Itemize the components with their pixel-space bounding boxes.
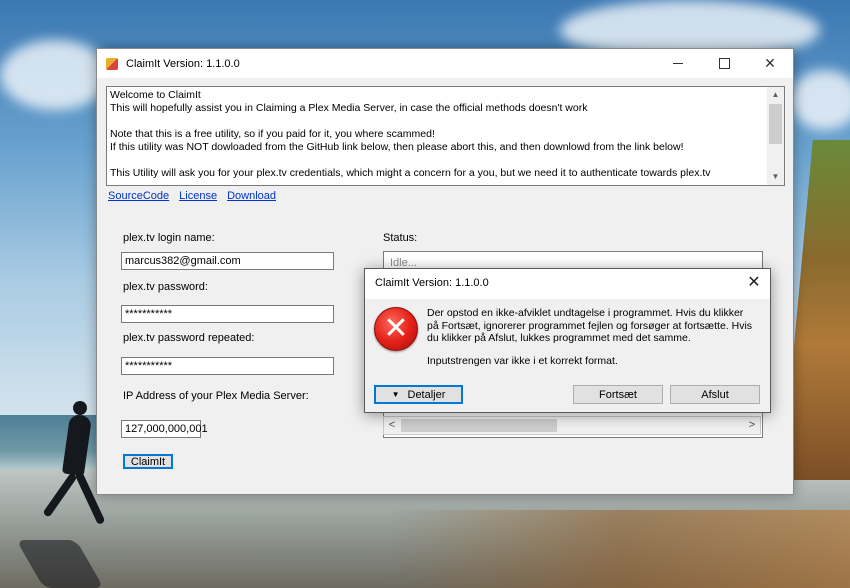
minimize-button[interactable]: [655, 49, 701, 78]
status-hscrollbar[interactable]: < >: [383, 416, 761, 435]
password-repeat-label: plex.tv password repeated:: [123, 332, 255, 344]
hscroll-thumb[interactable]: [401, 419, 557, 432]
error-x-glyph: ✕: [383, 311, 409, 346]
continue-button[interactable]: Fortsæt: [573, 385, 663, 404]
scroll-right-icon[interactable]: >: [744, 417, 760, 434]
error-icon: ✕: [374, 307, 418, 351]
ip-label: IP Address of your Plex Media Server:: [123, 390, 309, 402]
close-icon: ✕: [764, 55, 776, 71]
wallpaper-reflection: [390, 510, 850, 588]
minimize-icon: [673, 63, 683, 64]
password-input[interactable]: ***********: [121, 305, 334, 323]
maximize-icon: [718, 58, 730, 69]
error-dialog: ClaimIt Version: 1.1.0.0 ✕ ✕ Der opstod …: [364, 268, 771, 413]
title-bar[interactable]: ClaimIt Version: 1.1.0.0 ✕: [97, 49, 793, 78]
details-button-label: Detaljer: [407, 388, 446, 401]
login-input[interactable]: marcus382@gmail.com: [121, 252, 334, 270]
scroll-up-icon[interactable]: ▲: [767, 87, 784, 103]
download-link[interactable]: Download: [227, 190, 276, 202]
app-icon: [106, 57, 118, 70]
dialog-message: Der opstod en ikke-afviklet undtagelse i…: [427, 307, 753, 344]
source-code-link[interactable]: SourceCode: [108, 190, 169, 202]
ip-input[interactable]: 127,000,000,001: [121, 420, 208, 438]
window-title: ClaimIt Version: 1.1.0.0: [126, 57, 240, 70]
link-row: SourceCode License Download: [108, 190, 276, 202]
dialog-title: ClaimIt Version: 1.1.0.0: [375, 277, 489, 289]
runner-head: [73, 401, 87, 415]
license-link[interactable]: License: [179, 190, 217, 202]
maximize-button[interactable]: [701, 49, 747, 78]
chevron-down-icon: ▼: [391, 390, 400, 399]
scroll-down-icon[interactable]: ▼: [767, 169, 784, 185]
intro-textbox[interactable]: Welcome to ClaimIt This will hopefully a…: [106, 86, 785, 186]
dialog-title-bar[interactable]: ClaimIt Version: 1.1.0.0 ✕: [365, 269, 770, 299]
details-button[interactable]: ▼ Detaljer: [374, 385, 463, 404]
password-repeat-input[interactable]: ***********: [121, 357, 334, 375]
close-icon[interactable]: ✕: [746, 275, 762, 291]
wallpaper-cloud: [0, 40, 110, 110]
intro-scrollbar[interactable]: ▲ ▼: [767, 87, 784, 185]
password-label: plex.tv password:: [123, 281, 208, 293]
dialog-detail: Inputstrengen var ikke i et korrekt form…: [427, 355, 618, 367]
scroll-left-icon[interactable]: <: [384, 417, 400, 434]
login-label: plex.tv login name:: [123, 232, 215, 244]
scroll-thumb[interactable]: [769, 104, 782, 144]
quit-button[interactable]: Afslut: [670, 385, 760, 404]
close-button[interactable]: ✕: [747, 49, 793, 78]
claim-button[interactable]: ClaimIt: [123, 454, 173, 469]
status-label: Status:: [383, 232, 418, 244]
intro-text: Welcome to ClaimIt This will hopefully a…: [110, 89, 711, 179]
